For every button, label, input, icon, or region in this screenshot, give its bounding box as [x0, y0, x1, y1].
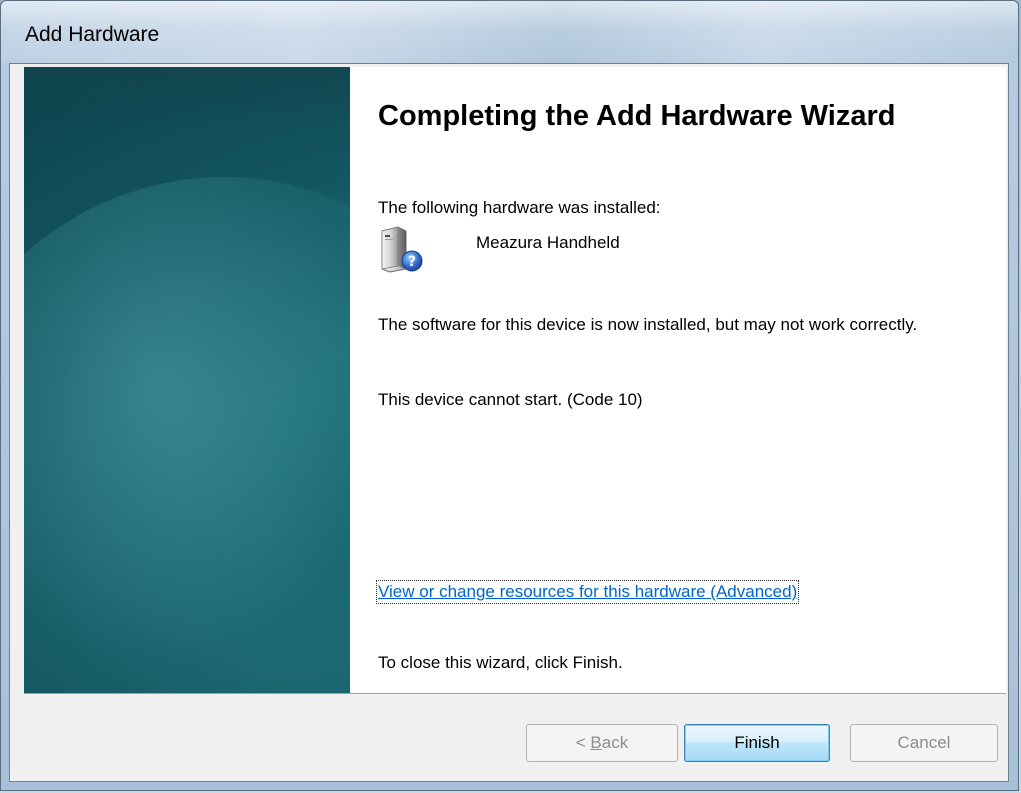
wizard-footer: < Back Finish Cancel	[10, 694, 1008, 781]
back-button-prefix: <	[575, 733, 591, 752]
cancel-button[interactable]: Cancel	[850, 724, 998, 762]
installed-label: The following hardware was installed:	[378, 198, 661, 217]
title-bar[interactable]: Add Hardware	[1, 1, 1018, 63]
wizard-frame: Completing the Add Hardware Wizard The f…	[9, 63, 1009, 782]
banner-graphic	[24, 67, 350, 693]
svg-text:?: ?	[408, 254, 416, 270]
back-button[interactable]: < Back	[526, 724, 678, 762]
add-hardware-window: Add Hardware Completing the Add Hardware…	[0, 0, 1019, 791]
software-message: The software for this device is now inst…	[378, 315, 918, 334]
device-name: Meazura Handheld	[476, 233, 620, 252]
wizard-content: Completing the Add Hardware Wizard The f…	[350, 67, 1006, 693]
back-button-accelerator: B	[590, 733, 602, 752]
back-button-label: ack	[601, 733, 629, 752]
page-title: Completing the Add Hardware Wizard	[378, 100, 896, 132]
view-resources-link[interactable]: View or change resources for this hardwa…	[375, 580, 800, 604]
wizard-banner	[24, 67, 350, 693]
close-instructions: To close this wizard, click Finish.	[378, 653, 623, 672]
device-status-message: This device cannot start. (Code 10)	[378, 390, 643, 409]
hardware-unknown-icon: ?	[381, 226, 423, 273]
window-title: Add Hardware	[25, 23, 160, 46]
finish-button[interactable]: Finish	[684, 724, 830, 762]
